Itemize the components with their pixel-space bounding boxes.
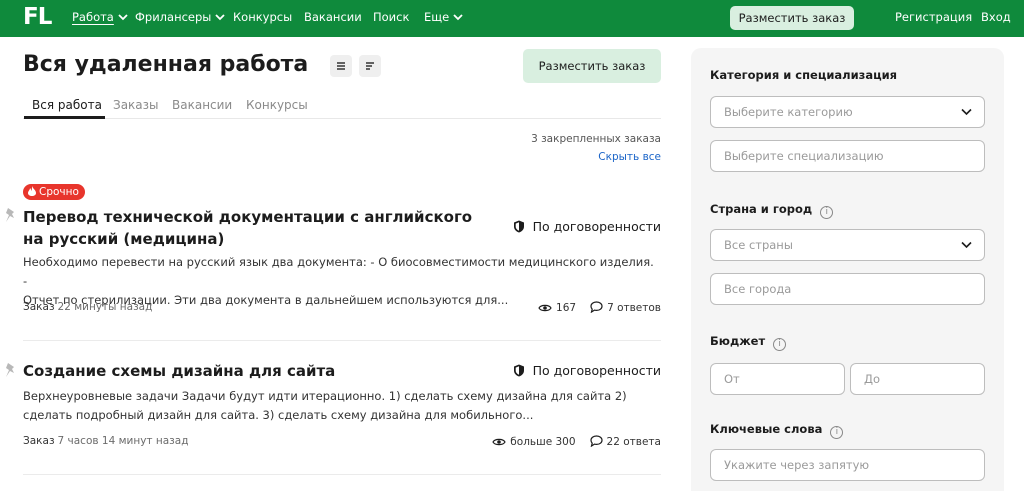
info-icon[interactable]: i	[773, 338, 787, 351]
nav-more[interactable]: Еще	[424, 10, 463, 24]
nav-vacancies[interactable]: Вакансии	[304, 10, 362, 24]
budget-from-input[interactable]: От	[710, 363, 845, 395]
keywords-label-text: Ключевые слова	[710, 422, 823, 436]
hide-all-link[interactable]: Скрыть все	[598, 151, 661, 163]
chevron-down-icon	[215, 14, 226, 21]
keywords-input-placeholder: Укажите через запятую	[724, 458, 870, 472]
list-view-button[interactable]	[330, 55, 352, 77]
pin-icon[interactable]	[4, 207, 18, 223]
job-title-line: на русский (медицина)	[23, 230, 225, 248]
budget-from-placeholder: От	[724, 372, 740, 386]
answers-count[interactable]: 22 ответа	[607, 436, 661, 448]
job-meta: Заказ 7 часов 14 минут назад	[23, 435, 188, 447]
country-select-value: Все страны	[724, 238, 793, 252]
budget-label-text: Бюджет	[710, 334, 766, 348]
register-link[interactable]: Регистрация	[895, 10, 972, 24]
chevron-down-icon	[961, 108, 972, 116]
nav-contests[interactable]: Конкурсы	[233, 10, 292, 24]
chevron-down-icon	[118, 14, 128, 21]
urgent-badge-label: Срочно	[39, 186, 79, 198]
info-icon[interactable]: i	[830, 426, 844, 439]
specialization-select-value: Выберите специализацию	[724, 149, 884, 163]
job-time: 7 часов 14 минут назад	[57, 435, 189, 447]
answers-count[interactable]: 7 ответов	[607, 302, 661, 314]
fl-logo[interactable]: FL	[23, 4, 52, 30]
keywords-label: Ключевые слова i	[710, 422, 844, 439]
job-time: 22 минуты назад	[57, 301, 153, 313]
comment-icon	[590, 301, 603, 314]
sort-button[interactable]	[359, 55, 381, 77]
job-budget-label: По договоренности	[532, 219, 661, 234]
nav-freelancers-label: Фрилансеры	[135, 10, 212, 24]
tab-orders[interactable]: Заказы	[113, 98, 159, 112]
location-label: Страна и город i	[710, 202, 834, 219]
city-input[interactable]: Все города	[710, 273, 985, 305]
tab-vacancies[interactable]: Вакансии	[172, 98, 232, 112]
nav-more-label: Еще	[424, 10, 450, 24]
eye-icon	[492, 438, 506, 446]
login-link[interactable]: Вход	[981, 10, 1011, 24]
category-select-value: Выберите категорию	[724, 105, 853, 119]
pinned-count: 3 закрепленных заказа	[531, 133, 661, 145]
budget-to-input[interactable]: До	[850, 363, 985, 395]
chevron-down-icon	[961, 241, 972, 249]
job-divider	[23, 340, 661, 341]
nav-work[interactable]: Работа	[72, 10, 128, 24]
job-title[interactable]: Перевод технической документации с англи…	[23, 206, 493, 250]
job-description: Верхнеуровневые задачи Задачи будут идти…	[23, 387, 659, 425]
pin-icon[interactable]	[4, 362, 18, 378]
comment-icon	[589, 435, 603, 448]
category-label: Категория и специализация	[710, 68, 898, 82]
tab-all-work[interactable]: Вся работа	[32, 98, 102, 112]
job-meta: Заказ 22 минуты назад	[23, 301, 152, 313]
shield-icon	[513, 220, 524, 233]
page-title: Вся удаленная работа	[23, 52, 309, 77]
shield-icon	[513, 364, 524, 377]
job-description-line: сделать подробный дизайн для сайта. 3) с…	[23, 408, 534, 422]
menu-icon	[337, 62, 345, 70]
sort-icon	[366, 62, 374, 70]
job-title-line: Перевод технической документации с англи…	[23, 208, 473, 226]
job-budget: По договоренности	[513, 219, 661, 234]
nav-work-label: Работа	[72, 10, 114, 24]
job-divider	[23, 474, 661, 475]
eye-icon	[538, 304, 552, 312]
tab-contests[interactable]: Конкурсы	[246, 98, 308, 112]
job-budget: По договоренности	[513, 363, 661, 378]
info-icon[interactable]: i	[820, 206, 834, 219]
category-select[interactable]: Выберите категорию	[710, 96, 985, 128]
job-type: Заказ	[23, 435, 55, 447]
location-label-text: Страна и город	[710, 202, 813, 216]
views-count: 167	[556, 302, 577, 314]
keywords-input[interactable]: Укажите через запятую	[710, 449, 985, 481]
job-stats: 167 7 ответов	[538, 301, 661, 314]
tabs-divider	[23, 118, 661, 119]
views-count: больше 300	[510, 436, 576, 448]
specialization-select[interactable]: Выберите специализацию	[710, 140, 985, 172]
header-post-order-button[interactable]: Разместить заказ	[730, 6, 854, 30]
job-title[interactable]: Создание схемы дизайна для сайта	[23, 360, 493, 382]
budget-to-placeholder: До	[864, 372, 881, 386]
fire-icon	[28, 186, 36, 196]
top-navbar: FL Работа Фрилансеры Конкурсы Вакансии П…	[0, 0, 1024, 37]
job-type: Заказ	[23, 301, 55, 313]
job-title-line: Создание схемы дизайна для сайта	[23, 362, 336, 380]
job-description-line: Необходимо перевести на русский язык два…	[23, 255, 654, 288]
nav-search[interactable]: Поиск	[373, 10, 409, 24]
nav-freelancers[interactable]: Фрилансеры	[135, 10, 226, 24]
city-input-placeholder: Все города	[724, 282, 792, 296]
urgent-badge: Срочно	[23, 184, 85, 200]
active-tab-indicator	[24, 116, 105, 119]
chevron-down-icon	[453, 14, 463, 21]
job-description-line: Верхнеуровневые задачи Задачи будут идти…	[23, 389, 627, 403]
job-budget-label: По договоренности	[532, 363, 661, 378]
job-stats: больше 300 22 ответа	[492, 435, 661, 448]
budget-label: Бюджет i	[710, 334, 787, 351]
post-order-button[interactable]: Разместить заказ	[523, 49, 661, 83]
country-select[interactable]: Все страны	[710, 229, 985, 261]
